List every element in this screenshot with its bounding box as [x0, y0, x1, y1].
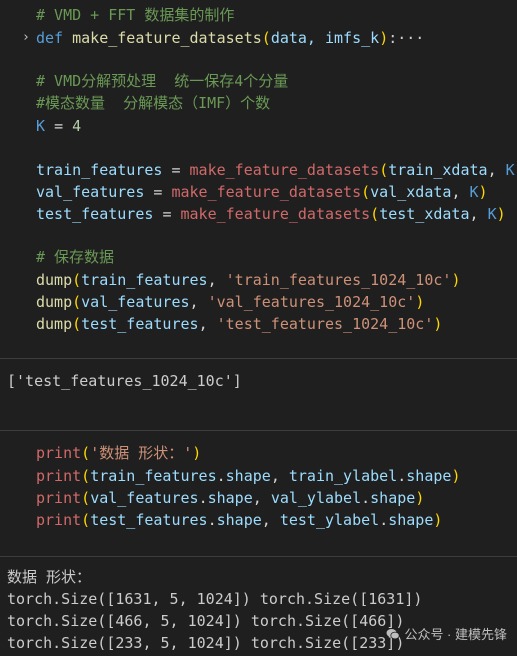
- watermark: 公众号 · 建模先锋: [386, 624, 507, 646]
- code-line-comment: # VMD + FFT 数据集的制作: [36, 6, 235, 24]
- output-text: ['test_features_1024_10c']: [7, 372, 242, 390]
- watermark-text: 公众号 · 建模先锋: [404, 627, 507, 642]
- code-cell-1[interactable]: # VMD + FFT 数据集的制作 › def make_feature_da…: [0, 0, 517, 356]
- output-line: torch.Size([1631, 5, 1024]) torch.Size([…: [7, 590, 423, 608]
- code-line-assign: val_features = make_feature_datasets(val…: [36, 183, 488, 201]
- code-line-print: print(val_features.shape, val_ylabel.sha…: [36, 489, 425, 507]
- code-line-assign: K = 4: [36, 117, 82, 135]
- output-line: torch.Size([233, 5, 1024]) torch.Size([2…: [7, 634, 405, 652]
- code-line-comment: # VMD分解预处理 统一保存4个分量: [36, 72, 289, 90]
- code-line-call: dump(test_features, 'test_features_1024_…: [36, 315, 443, 333]
- code-line-comment: #模态数量 分解模态（IMF）个数: [36, 94, 271, 112]
- folded-ellipsis: :···: [388, 29, 425, 47]
- code-cell-2[interactable]: print('数据 形状：') print(train_features.sha…: [0, 431, 517, 555]
- chevron-right-icon[interactable]: ›: [22, 31, 32, 45]
- code-line-print: print(train_features.shape, train_ylabel…: [36, 467, 461, 485]
- wechat-icon: [386, 629, 401, 640]
- code-line-def: def make_feature_datasets(data, imfs_k):…: [36, 29, 425, 47]
- code-line-print: print(test_features.shape, test_ylabel.s…: [36, 511, 443, 529]
- code-line-assign: test_features = make_feature_datasets(te…: [36, 205, 506, 223]
- code-line-assign: train_features = make_feature_datasets(t…: [36, 161, 517, 179]
- code-line-comment: # 保存数据: [36, 248, 115, 266]
- output-line: 数据 形状：: [7, 568, 92, 586]
- code-line-print: print('数据 形状：'): [36, 444, 202, 462]
- output-line: torch.Size([466, 5, 1024]) torch.Size([4…: [7, 612, 405, 630]
- code-line-call: dump(val_features, 'val_features_1024_10…: [36, 293, 425, 311]
- output-cell-1: ['test_features_1024_10c']: [0, 359, 517, 429]
- code-line-call: dump(train_features, 'train_features_102…: [36, 271, 461, 289]
